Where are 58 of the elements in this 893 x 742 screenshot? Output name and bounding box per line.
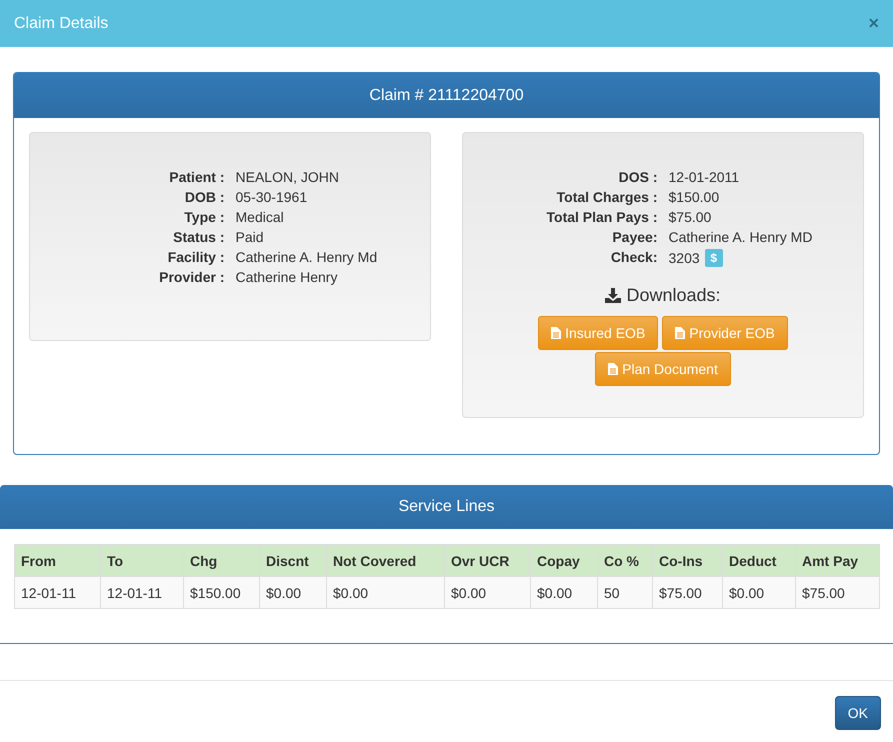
download-button[interactable]: Plan Document bbox=[595, 352, 731, 386]
field-value: 12-01-2011 bbox=[668, 169, 740, 185]
column-header: Co % bbox=[598, 544, 652, 576]
column-header: Not Covered bbox=[326, 544, 444, 576]
field-value: Catherine A. Henry Md bbox=[236, 249, 378, 265]
column-header: Amt Pay bbox=[796, 544, 880, 576]
table-cell: $0.00 bbox=[444, 576, 530, 608]
field-label: Status : bbox=[173, 229, 224, 245]
field-value: Catherine A. Henry MD bbox=[668, 229, 812, 245]
field-value: 05-30-1961 bbox=[236, 189, 308, 205]
field-label: DOS : bbox=[618, 169, 658, 185]
panel-header: Service Lines bbox=[0, 485, 893, 529]
column-header: Deduct bbox=[722, 544, 796, 576]
document-icon bbox=[608, 363, 618, 375]
field-value: Catherine Henry bbox=[236, 269, 338, 285]
field-value: Medical bbox=[236, 209, 284, 225]
table-cell: $0.00 bbox=[326, 576, 444, 608]
table-cell: $150.00 bbox=[184, 576, 260, 608]
field-label: DOB : bbox=[184, 189, 224, 205]
field-value: Paid bbox=[236, 229, 264, 245]
table-cell: $0.00 bbox=[722, 576, 796, 608]
dialog-title: Claim Details bbox=[14, 14, 108, 32]
table-cell: $75.00 bbox=[652, 576, 722, 608]
field-label: Total Plan Pays : bbox=[546, 209, 658, 225]
download-button[interactable]: Insured EOB bbox=[538, 316, 658, 350]
downloads-heading: Downloads: bbox=[626, 285, 721, 306]
field-label: Check: bbox=[610, 249, 658, 267]
table-cell: $0.00 bbox=[260, 576, 326, 608]
field-label: Patient : bbox=[169, 169, 224, 185]
column-header: Co-Ins bbox=[652, 544, 722, 576]
field-label: Total Charges : bbox=[556, 189, 658, 205]
field-value: NEALON, JOHN bbox=[236, 169, 339, 185]
field-value: 3203 bbox=[668, 250, 700, 266]
document-icon bbox=[551, 327, 562, 339]
field-label: Provider : bbox=[159, 269, 224, 285]
dollar-badge[interactable]: $ bbox=[704, 249, 723, 267]
field-label: Type : bbox=[184, 209, 224, 225]
close-button[interactable]: × bbox=[868, 13, 879, 34]
field-value: $150.00 bbox=[668, 189, 720, 205]
column-header: Chg bbox=[184, 544, 260, 576]
table-cell: 50 bbox=[598, 576, 652, 608]
column-header: Discnt bbox=[260, 544, 326, 576]
column-header: Ovr UCR bbox=[444, 544, 530, 576]
download-icon bbox=[605, 288, 622, 303]
table-cell: $75.00 bbox=[796, 576, 880, 608]
field-label: Facility : bbox=[168, 249, 224, 265]
column-header: Copay bbox=[530, 544, 598, 576]
ok-button[interactable]: OK bbox=[834, 696, 881, 730]
document-icon bbox=[675, 327, 686, 339]
table-cell: 12-01-11 bbox=[14, 576, 100, 608]
field-label: Payee: bbox=[612, 229, 658, 245]
panel-header: Claim # 21112204700 bbox=[14, 73, 879, 118]
table-cell: $0.00 bbox=[530, 576, 598, 608]
column-header: To bbox=[100, 544, 184, 576]
download-button[interactable]: Provider EOB bbox=[662, 316, 788, 350]
field-value: $75.00 bbox=[668, 209, 712, 225]
table-cell: 12-01-11 bbox=[100, 576, 184, 608]
column-header: From bbox=[14, 544, 100, 576]
